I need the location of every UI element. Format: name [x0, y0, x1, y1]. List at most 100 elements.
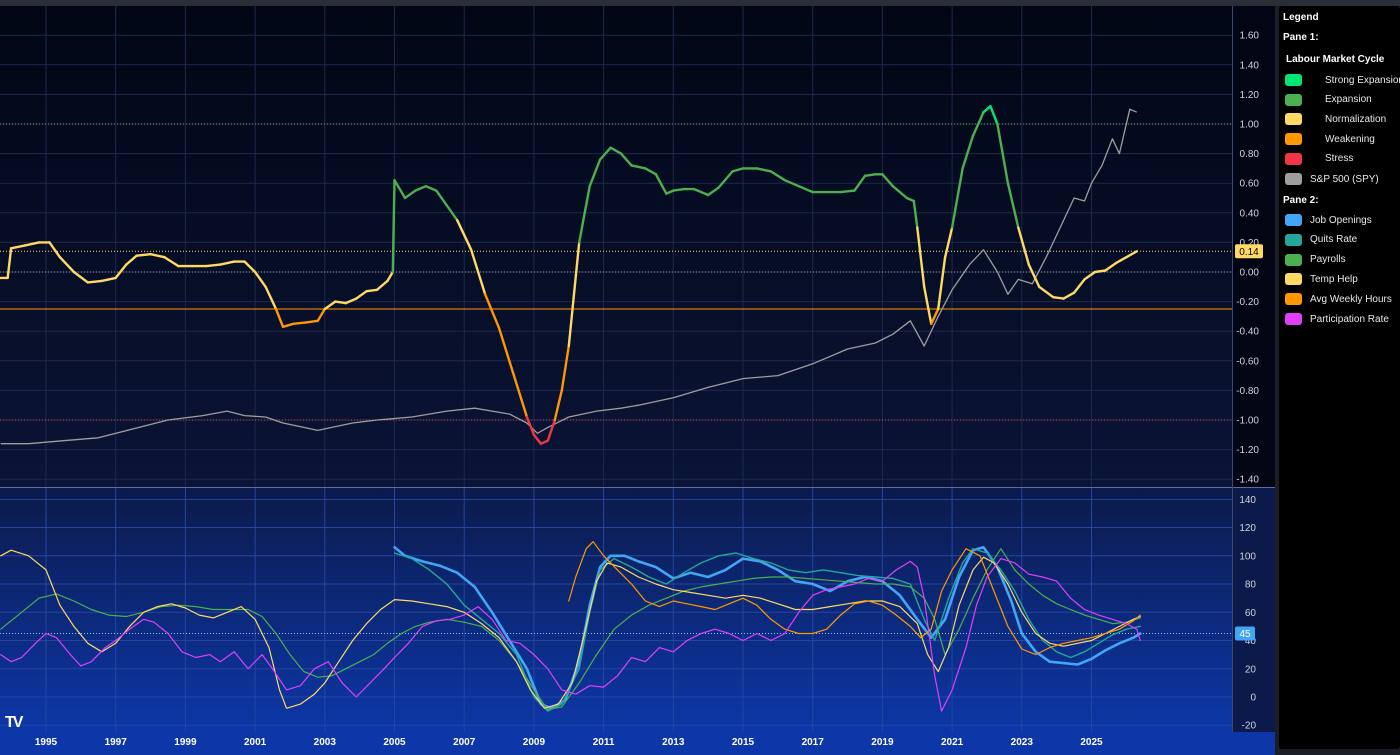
legend-color-swatch [1285, 273, 1302, 286]
legend-panel: Legend Pane 1: Labour Market Cycle Stron… [1279, 6, 1400, 749]
y-tick-label: -1.00 [1236, 416, 1259, 427]
cycle-segment [391, 178, 396, 274]
last-value-text-lower: 45 [1239, 629, 1251, 640]
x-tick-label: 2021 [941, 737, 964, 748]
y-tick-label: -0.80 [1236, 386, 1259, 397]
y-tick-label: 0.00 [1240, 268, 1260, 279]
chart-canvas[interactable]: 1.601.401.201.000.800.600.400.200.00-0.2… [0, 6, 1275, 755]
pane2-legend-item[interactable]: Temp Help [1285, 272, 1358, 286]
x-tick-label: 2009 [523, 737, 546, 748]
y-tick-label: 20 [1245, 664, 1257, 675]
pane1-legend-item[interactable]: Strong Expansion [1285, 73, 1400, 87]
pane2-legend-item[interactable]: Quits Rate [1285, 233, 1357, 247]
x-tick-label: 2025 [1080, 737, 1103, 748]
x-tick-label: 2005 [383, 737, 406, 748]
y-tick-label: -1.20 [1236, 445, 1259, 456]
upper-pane-background [0, 6, 1232, 487]
legend-color-swatch [1285, 293, 1302, 306]
y-tick-label: 1.20 [1240, 90, 1260, 101]
legend-color-swatch [1285, 113, 1302, 126]
legend-color-swatch [1285, 152, 1302, 165]
legend-color-swatch [1285, 313, 1302, 325]
cycle-segment [135, 252, 152, 257]
legend-item-label: Temp Help [1310, 273, 1358, 285]
legend-item-label: Weakening [1325, 133, 1375, 145]
legend-item-label: Participation Rate [1310, 313, 1389, 325]
pane2-legend-item[interactable]: Payrolls [1285, 253, 1346, 267]
legend-item-label: S&P 500 (SPY) [1310, 173, 1379, 185]
legend-item-label: Normalization [1325, 113, 1387, 125]
x-tick-label: 2023 [1011, 737, 1034, 748]
chart-area[interactable]: 1.60 1.40 1.20 1.00 0.80 0.60 0.40 0.20 0.00 -0.2… [0, 6, 1275, 755]
y-tick-label: 100 [1239, 551, 1256, 562]
y-tick-label: 0.80 [1240, 149, 1260, 160]
legend-item-label: Payrolls [1310, 254, 1346, 266]
x-tick-label: 1995 [35, 737, 58, 748]
cycle-segment [292, 321, 309, 325]
legend-item-label: Strong Expansion [1325, 74, 1400, 86]
legend-item-label: Avg Weekly Hours [1310, 293, 1392, 305]
y-tick-label: -0.60 [1236, 356, 1259, 367]
cycle-segment [839, 189, 856, 194]
x-tick-label: 1999 [174, 737, 197, 748]
x-tick-label: 2017 [802, 737, 825, 748]
legend-color-swatch [1285, 93, 1302, 106]
legend-color-swatch [1285, 214, 1302, 226]
legend-color-swatch [1285, 74, 1302, 86]
y-tick-label: 1.40 [1240, 60, 1260, 71]
y-tick-label: -0.20 [1236, 297, 1259, 308]
cycle-segment [205, 263, 222, 268]
y-tick-label: 0.60 [1240, 179, 1260, 190]
cycle-segment [334, 300, 347, 305]
legend-item-label: Stress [1325, 153, 1354, 165]
cycle-segment [863, 173, 877, 178]
y-tick-label: 120 [1239, 523, 1256, 534]
y-tick-label: 0 [1250, 693, 1256, 704]
pane1-group-title: Labour Market Cycle [1286, 54, 1385, 65]
legend-color-swatch [1285, 233, 1302, 246]
cycle-segment [1093, 269, 1107, 274]
y-tick-label: -20 [1242, 721, 1257, 732]
y-tick-label: -1.40 [1236, 475, 1259, 486]
pane2-legend-item[interactable]: Avg Weekly Hours [1285, 292, 1392, 306]
cycle-segment [1051, 296, 1065, 300]
cycle-segment [365, 288, 379, 293]
x-tick-label: 2003 [314, 737, 337, 748]
cycle-segment [306, 319, 319, 324]
pane1-legend-item[interactable]: Expansion [1285, 93, 1372, 107]
y-tick-label: 0.40 [1240, 208, 1260, 219]
y-tick-label: -0.40 [1236, 327, 1259, 338]
pane2-legend-item[interactable]: Participation Rate [1285, 312, 1389, 326]
last-value-text-upper: 0.14 [1239, 247, 1259, 258]
lower-pane-background [0, 488, 1232, 732]
pane1-legend-item[interactable]: Stress [1285, 152, 1353, 166]
legend-title: Legend [1283, 12, 1319, 23]
pane2-legend-item[interactable]: Job Openings [1285, 213, 1372, 227]
x-tick-label: 2019 [871, 737, 894, 748]
legend-color-swatch [1285, 133, 1302, 146]
pane1-legend-item[interactable]: S&P 500 (SPY) [1285, 172, 1379, 186]
cycle-segment [86, 279, 104, 284]
cycle-segment [672, 187, 685, 192]
pane2-label: Pane 2: [1283, 195, 1319, 206]
x-tick-label: 2011 [593, 737, 615, 748]
x-tick-label: 2007 [453, 737, 476, 748]
x-tick-label: 1997 [105, 737, 128, 748]
tradingview-logo[interactable]: TV [5, 714, 24, 732]
y-tick-label: 1.00 [1240, 120, 1260, 131]
x-tick-label: 2015 [732, 737, 755, 748]
pane1-legend-item[interactable]: Weakening [1285, 132, 1375, 146]
pane1-legend-item[interactable]: Normalization [1285, 112, 1386, 126]
legend-item-label: Quits Rate [1310, 234, 1358, 246]
legend-item-label: Expansion [1325, 94, 1372, 106]
legend-item-label: Job Openings [1310, 214, 1372, 226]
legend-color-swatch [1285, 253, 1302, 266]
y-tick-label: 80 [1245, 580, 1257, 591]
y-tick-label: 1.60 [1240, 31, 1260, 42]
pane1-label: Pane 1: [1283, 32, 1319, 43]
x-tick-label: 2013 [662, 737, 685, 748]
y-tick-label: 140 [1239, 495, 1256, 506]
x-tick-label: 2001 [244, 737, 267, 748]
legend-color-swatch [1285, 173, 1302, 185]
y-tick-label: 60 [1245, 608, 1257, 619]
